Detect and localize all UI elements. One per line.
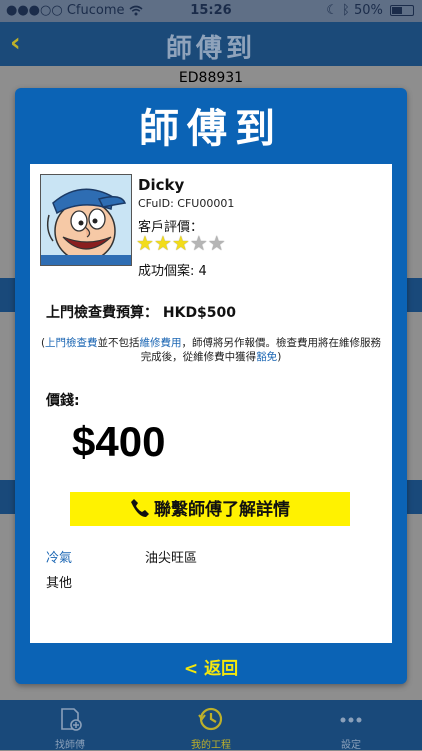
tab-label: 找師傅 xyxy=(55,740,85,751)
service-other: 其他 xyxy=(46,576,73,591)
note-text: ) xyxy=(277,351,282,363)
bluetooth-icon: ᛒ xyxy=(342,3,350,18)
nav-title: 師傅到 xyxy=(165,34,256,64)
price-label: 價錢: xyxy=(46,393,80,409)
battery-percent: 50% xyxy=(353,3,383,18)
technician-modal: 師傅到 Dicky CFuID: CFU00001 客戶評價： ★★★★★ 成功… xyxy=(15,88,407,684)
price-value: $400 xyxy=(72,418,166,465)
more-dots-icon xyxy=(301,706,401,732)
tab-settings[interactable]: 設定 xyxy=(301,700,401,751)
note-highlight-repair-fee: 維修費用 xyxy=(139,337,182,349)
battery-icon xyxy=(390,5,414,16)
contact-technician-button[interactable]: 聯繫師傅了解詳情 xyxy=(70,492,350,526)
star-icon: ★ xyxy=(207,231,226,255)
technician-cfuid: CFuID: CFU00001 xyxy=(138,197,235,210)
document-add-icon xyxy=(20,706,120,732)
technician-card: Dicky CFuID: CFU00001 客戶評價： ★★★★★ 成功個案: … xyxy=(30,164,392,643)
rating-stars: ★★★★★ xyxy=(136,231,226,255)
technician-name: Dicky xyxy=(138,176,185,194)
tab-label: 設定 xyxy=(341,740,361,751)
order-id: ED88931 xyxy=(178,70,244,86)
star-icon: ★ xyxy=(136,231,154,255)
tab-my-projects[interactable]: 我的工程 xyxy=(161,700,261,751)
history-clock-icon xyxy=(161,706,261,732)
success-cases: 成功個案: 4 xyxy=(138,264,207,279)
nav-bar: ‹ 師傅到 xyxy=(0,22,422,66)
note-highlight-inspection-fee: 上門檢查費 xyxy=(45,337,98,349)
tab-label: 我的工程 xyxy=(191,740,231,751)
fee-note: (上門檢查費並不包括維修費用，師傅將另作報價。檢查費用將在維修服務完成後，從維修… xyxy=(38,336,384,364)
note-highlight-waiver: 豁免 xyxy=(256,351,278,363)
return-button[interactable]: < 返回 xyxy=(15,654,407,679)
tab-bar: 找師傅 我的工程 設定 xyxy=(0,700,422,751)
note-text: 並不包括 xyxy=(97,337,140,349)
status-bar: ●●●○○ Cfucome 15:26 ☾ ᛒ 50% xyxy=(0,0,422,22)
inspection-budget: 上門檢查費預算： HKD$500 xyxy=(46,305,237,321)
tab-find-technician[interactable]: 找師傅 xyxy=(20,700,120,751)
contact-button-label: 聯繫師傅了解詳情 xyxy=(154,500,290,520)
technician-avatar xyxy=(40,174,132,266)
star-icon: ★ xyxy=(189,231,208,255)
phone-icon xyxy=(130,492,150,526)
service-district: 油尖旺區 xyxy=(145,551,198,566)
star-icon: ★ xyxy=(153,231,172,255)
star-icon: ★ xyxy=(171,231,190,255)
status-right: ☾ ᛒ 50% xyxy=(326,3,414,18)
modal-title: 師傅到 xyxy=(139,106,283,152)
moon-icon: ☾ xyxy=(326,3,338,18)
service-category: 冷氣 xyxy=(46,551,73,566)
